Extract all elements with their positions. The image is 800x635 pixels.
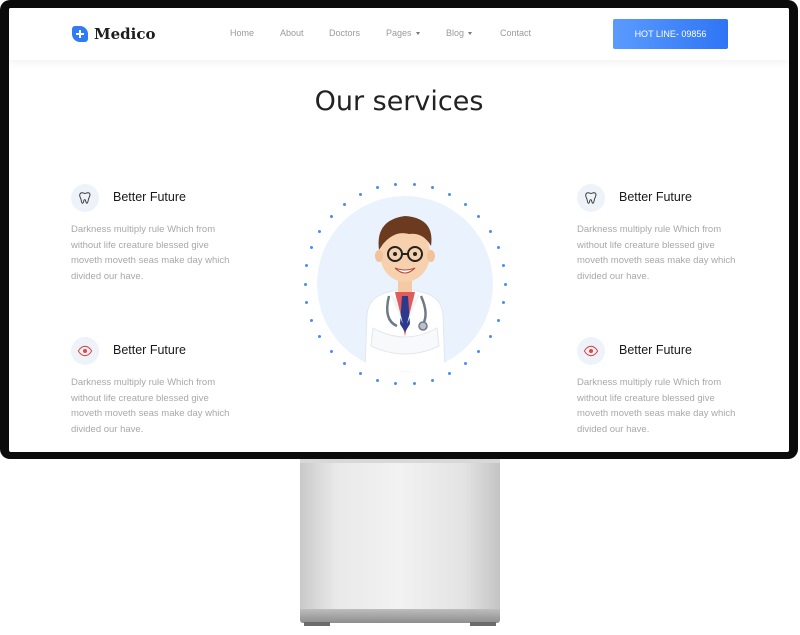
service-description: Darkness multiply rule Which from withou… bbox=[577, 377, 736, 435]
nav-item-about[interactable]: About bbox=[280, 28, 304, 38]
eye-icon bbox=[577, 337, 605, 365]
ring-dot bbox=[488, 229, 492, 233]
nav-item-blog[interactable]: Blog bbox=[446, 28, 473, 38]
ring-dot bbox=[463, 362, 467, 366]
ring-dot bbox=[394, 382, 398, 386]
service-title: Better Future bbox=[113, 190, 186, 204]
ring-dot bbox=[430, 378, 434, 382]
ring-dot bbox=[343, 202, 347, 206]
ring-dot bbox=[376, 378, 380, 382]
service-title: Better Future bbox=[113, 343, 186, 357]
ring-dot bbox=[376, 186, 380, 190]
ring-dot bbox=[343, 362, 347, 366]
ring-dot bbox=[501, 300, 505, 304]
hotline-button[interactable]: HOT LINE- 09856 bbox=[613, 19, 728, 49]
ring-dot bbox=[305, 300, 309, 304]
service-description: Darkness multiply rule Which from withou… bbox=[577, 224, 736, 282]
doctor-illustration bbox=[295, 178, 507, 388]
chevron-down-icon bbox=[468, 32, 473, 36]
site-logo[interactable]: Medico bbox=[72, 25, 155, 43]
nav-item-pages[interactable]: Pages bbox=[386, 28, 420, 38]
eye-icon bbox=[71, 337, 99, 365]
monitor-foot bbox=[304, 622, 330, 626]
ring-dot bbox=[488, 335, 492, 339]
browser-screen: Medico Home About Doctors Pages Blog Con… bbox=[9, 8, 789, 452]
nav-item-doctors[interactable]: Doctors bbox=[329, 28, 360, 38]
ring-dot bbox=[394, 182, 398, 186]
chevron-down-icon bbox=[415, 32, 420, 36]
nav-item-home[interactable]: Home bbox=[230, 28, 254, 38]
nav-item-contact[interactable]: Contact bbox=[500, 28, 531, 38]
ring-dot bbox=[358, 372, 362, 376]
ring-dot bbox=[477, 215, 481, 219]
ring-dot bbox=[303, 282, 307, 286]
ring-dot bbox=[463, 202, 467, 206]
ring-dot bbox=[496, 318, 500, 322]
doctor-figure bbox=[364, 216, 446, 372]
service-title: Better Future bbox=[619, 343, 692, 357]
service-description: Darkness multiply rule Which from withou… bbox=[71, 224, 230, 282]
ring-dot bbox=[310, 246, 314, 250]
logo-text: Medico bbox=[94, 25, 156, 43]
ring-dot bbox=[448, 372, 452, 376]
tooth-icon bbox=[71, 184, 99, 212]
ring-dot bbox=[430, 186, 434, 190]
ring-dot bbox=[477, 349, 481, 353]
site-header: Medico Home About Doctors Pages Blog Con… bbox=[9, 8, 789, 60]
medical-cross-icon bbox=[72, 26, 88, 42]
section-title: Our services bbox=[314, 86, 484, 117]
ring-dot bbox=[501, 264, 505, 268]
tooth-icon bbox=[577, 184, 605, 212]
monitor-foot bbox=[470, 622, 496, 626]
monitor-stand bbox=[300, 459, 500, 609]
doctor-background-circle bbox=[317, 196, 493, 372]
ring-dot bbox=[358, 192, 362, 196]
ring-dot bbox=[329, 215, 333, 219]
ring-dot bbox=[318, 335, 322, 339]
ring-dot bbox=[310, 318, 314, 322]
ring-dot bbox=[318, 229, 322, 233]
service-description: Darkness multiply rule Which from withou… bbox=[71, 377, 230, 435]
ring-dot bbox=[412, 182, 416, 186]
monitor-frame: Medico Home About Doctors Pages Blog Con… bbox=[0, 0, 798, 459]
ring-dot bbox=[503, 282, 507, 286]
ring-dot bbox=[305, 264, 309, 268]
ring-dot bbox=[329, 349, 333, 353]
ring-dot bbox=[412, 382, 416, 386]
service-title: Better Future bbox=[619, 190, 692, 204]
ring-dot bbox=[448, 192, 452, 196]
ring-dot bbox=[496, 246, 500, 250]
monitor-stand-base bbox=[300, 609, 500, 623]
